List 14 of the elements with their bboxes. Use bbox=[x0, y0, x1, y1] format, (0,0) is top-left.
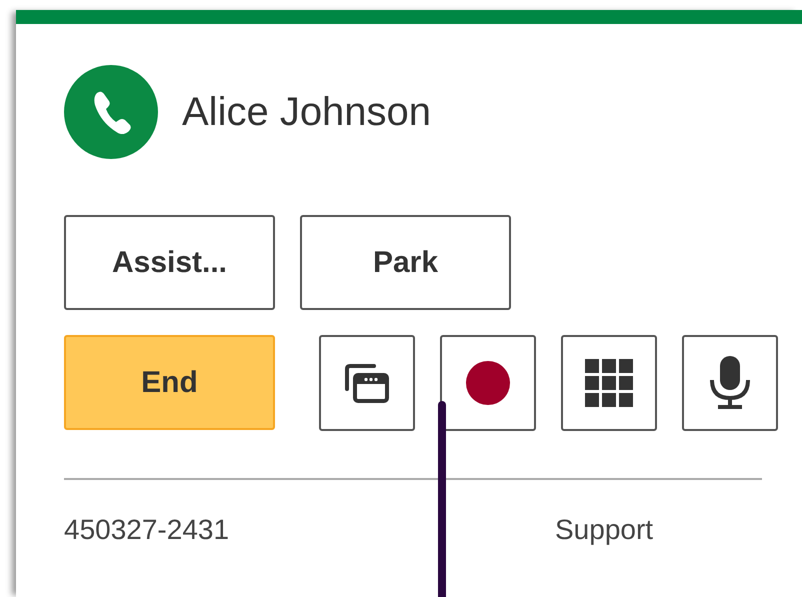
windows-button[interactable] bbox=[319, 335, 415, 431]
caller-name: Alice Johnson bbox=[182, 90, 432, 134]
queue-name: Support bbox=[555, 514, 654, 546]
mic-button[interactable] bbox=[682, 335, 778, 431]
record-button[interactable] bbox=[440, 335, 536, 431]
keypad-icon bbox=[585, 359, 633, 407]
action-button[interactable]: Park bbox=[300, 215, 511, 310]
record-icon bbox=[465, 360, 511, 406]
keypad-button[interactable] bbox=[561, 335, 657, 431]
microphone-icon bbox=[708, 356, 752, 410]
phone-number: 450327-2431 bbox=[64, 514, 230, 546]
action-button[interactable]: Assist... bbox=[64, 215, 275, 310]
windows-icon bbox=[343, 363, 391, 403]
end-button[interactable]: End bbox=[64, 335, 275, 430]
